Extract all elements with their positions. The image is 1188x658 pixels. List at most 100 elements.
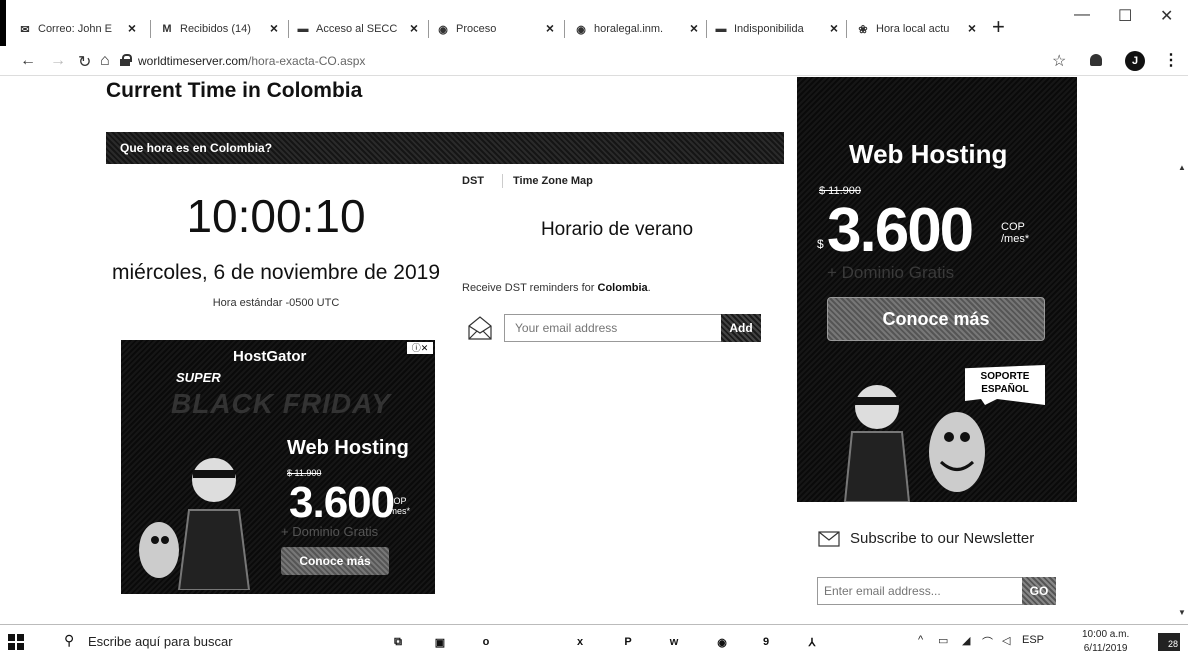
tray-network-icon[interactable]: ◢: [962, 634, 970, 647]
lock-icon[interactable]: [120, 54, 132, 66]
file-explorer-icon[interactable]: ▣: [430, 632, 450, 652]
scroll-up-arrow-icon[interactable]: ▲: [1178, 163, 1186, 172]
tab-time-zone-map[interactable]: Time Zone Map: [513, 175, 593, 187]
tab-close-icon[interactable]: ×: [546, 20, 554, 36]
envelope-icon: [468, 316, 492, 340]
ad-super: SUPER: [176, 370, 221, 385]
mail-icon: [818, 530, 840, 547]
reload-icon[interactable]: ↻: [78, 52, 91, 72]
tab-separator: [564, 20, 565, 38]
tab-separator: [150, 20, 151, 38]
forward-icon[interactable]: →: [50, 52, 66, 70]
mascot-illustration: [843, 385, 985, 502]
tab-correo[interactable]: ✉ Correo: John E ×: [14, 18, 142, 40]
tray-chevron-icon[interactable]: ^: [918, 634, 923, 646]
gmail-icon: M: [162, 23, 172, 35]
word-icon[interactable]: w: [664, 632, 684, 652]
app-icon[interactable]: 9: [756, 632, 776, 652]
tab-hora-local-active[interactable]: ❀ Hora local actu ×: [852, 18, 982, 40]
tray-language[interactable]: ESP: [1022, 634, 1044, 646]
secop-icon: ▬: [715, 23, 727, 35]
ad-cta-button[interactable]: Conoce más: [281, 547, 389, 575]
tab-separator: [428, 20, 429, 38]
newsletter-go-button[interactable]: GO: [1022, 577, 1056, 605]
task-view-icon[interactable]: ⧉: [388, 632, 408, 652]
dst-reminder-text: Receive DST reminders for Colombia.: [462, 282, 651, 294]
scroll-down-arrow-icon[interactable]: ▼: [1178, 608, 1186, 617]
tab-divider: [502, 174, 503, 188]
maximize-icon[interactable]: ☐: [1118, 6, 1132, 26]
address-bar: ← → ↻ ⌂ worldtimeserver.com/hora-exacta-…: [0, 46, 1188, 76]
outlook-icon: ✉: [20, 23, 30, 36]
page-content: Current Time in Colombia Que hora es en …: [0, 77, 1188, 619]
notification-center-icon[interactable]: 28: [1158, 633, 1180, 651]
page-title: Current Time in Colombia: [106, 79, 363, 102]
ad-headline: Web Hosting: [287, 437, 409, 459]
tab-horalegal[interactable]: ◉ horalegal.inm. ×: [570, 18, 704, 40]
menu-kebab-icon[interactable]: ⋮: [1163, 50, 1179, 70]
windows-taskbar: ⚲ Escribe aquí para buscar ⧉ ▣ o x P w ◉…: [0, 624, 1188, 658]
newsletter-heading: Subscribe to our Newsletter: [818, 530, 1034, 547]
back-icon[interactable]: ←: [20, 52, 36, 70]
profile-avatar[interactable]: J: [1125, 51, 1145, 71]
ad-old-price: $ 11.900: [287, 468, 322, 478]
tab-recibidos[interactable]: M Recibidos (14) ×: [156, 18, 284, 40]
window-edge: [0, 0, 6, 46]
ad-currency: COP/mes*: [1001, 221, 1030, 245]
windows-start-icon[interactable]: [8, 634, 24, 650]
ad-domain-offer: + Dominio Gratis: [827, 263, 955, 282]
tab-close-icon[interactable]: ×: [968, 20, 976, 36]
excel-icon[interactable]: x: [570, 632, 590, 652]
ad-brand: HostGator: [233, 348, 307, 365]
tab-close-icon[interactable]: ×: [270, 20, 278, 36]
tray-wifi-icon[interactable]: ⌒: [982, 634, 993, 650]
ad-price: 3.600: [827, 196, 974, 265]
tab-separator: [706, 20, 707, 38]
dst-email-input[interactable]: [504, 314, 722, 342]
ad-cta-button[interactable]: Conoce más: [827, 297, 1045, 341]
home-icon[interactable]: ⌂: [100, 52, 110, 70]
tray-volume-icon[interactable]: ◁: [1002, 634, 1010, 647]
tray-battery-icon[interactable]: ▭: [938, 634, 948, 647]
outlook-taskbar-icon[interactable]: o: [476, 632, 496, 652]
tab-close-icon[interactable]: ×: [830, 20, 838, 36]
add-button[interactable]: Add: [721, 314, 761, 342]
taskbar-search[interactable]: Escribe aquí para buscar: [88, 634, 233, 649]
tab-acceso-secop[interactable]: ▬ Acceso al SECC ×: [292, 18, 424, 40]
globe-icon: ◉: [576, 23, 586, 36]
minimize-icon[interactable]: —: [1074, 6, 1090, 24]
acrobat-icon[interactable]: ⅄: [802, 632, 822, 652]
tab-close-icon[interactable]: ×: [690, 20, 698, 36]
tab-close-icon[interactable]: ×: [128, 20, 136, 36]
current-date: miércoles, 6 de noviembre de 2019: [111, 261, 441, 284]
tab-close-icon[interactable]: ×: [410, 20, 418, 36]
ad-headline: Web Hosting: [849, 139, 1008, 169]
ad-currency: COP/mes*: [387, 496, 411, 516]
ad-domain-offer: + Dominio Gratis: [281, 524, 379, 539]
section-header-label: Que hora es en Colombia?: [120, 141, 273, 155]
url-field[interactable]: worldtimeserver.com/hora-exacta-CO.aspx: [138, 54, 365, 68]
newsletter-email-input[interactable]: [817, 577, 1023, 605]
bookmark-star-icon[interactable]: ☆: [1052, 51, 1066, 71]
globe-icon: ◉: [438, 23, 448, 36]
ad-price: 3.600: [289, 478, 395, 527]
chrome-icon[interactable]: ◉: [712, 632, 732, 652]
close-window-icon[interactable]: ✕: [1160, 6, 1173, 26]
new-tab-icon[interactable]: +: [992, 14, 1005, 40]
section-header: Que hora es en Colombia?: [106, 132, 784, 164]
ad-black-friday: BLACK FRIDAY: [171, 388, 391, 419]
secop-icon: ▬: [297, 23, 309, 35]
taskbar-clock[interactable]: 10:00 a.m. 6/11/2019: [1082, 628, 1129, 656]
info-tabs: DST Time Zone Map: [462, 174, 611, 188]
search-icon[interactable]: ⚲: [64, 632, 74, 649]
tab-dst[interactable]: DST: [462, 175, 484, 187]
hostgator-ad-left[interactable]: ⓘ✕ HostGator SUPER BLACK FRIDAY Web Host…: [121, 340, 435, 594]
tab-proceso[interactable]: ◉ Proceso ×: [432, 18, 560, 40]
hostgator-ad-right[interactable]: Web Hosting $ 11.900 $ 3.600 COP/mes* + …: [797, 77, 1077, 502]
tab-indisponibilidad[interactable]: ▬ Indisponibilida ×: [710, 18, 844, 40]
extension-icon[interactable]: [1090, 54, 1102, 66]
dst-status: Horario de verano: [540, 219, 694, 240]
tab-separator: [846, 20, 847, 38]
ad-choices-icon[interactable]: ⓘ✕: [407, 342, 433, 354]
powerpoint-icon[interactable]: P: [618, 632, 638, 652]
